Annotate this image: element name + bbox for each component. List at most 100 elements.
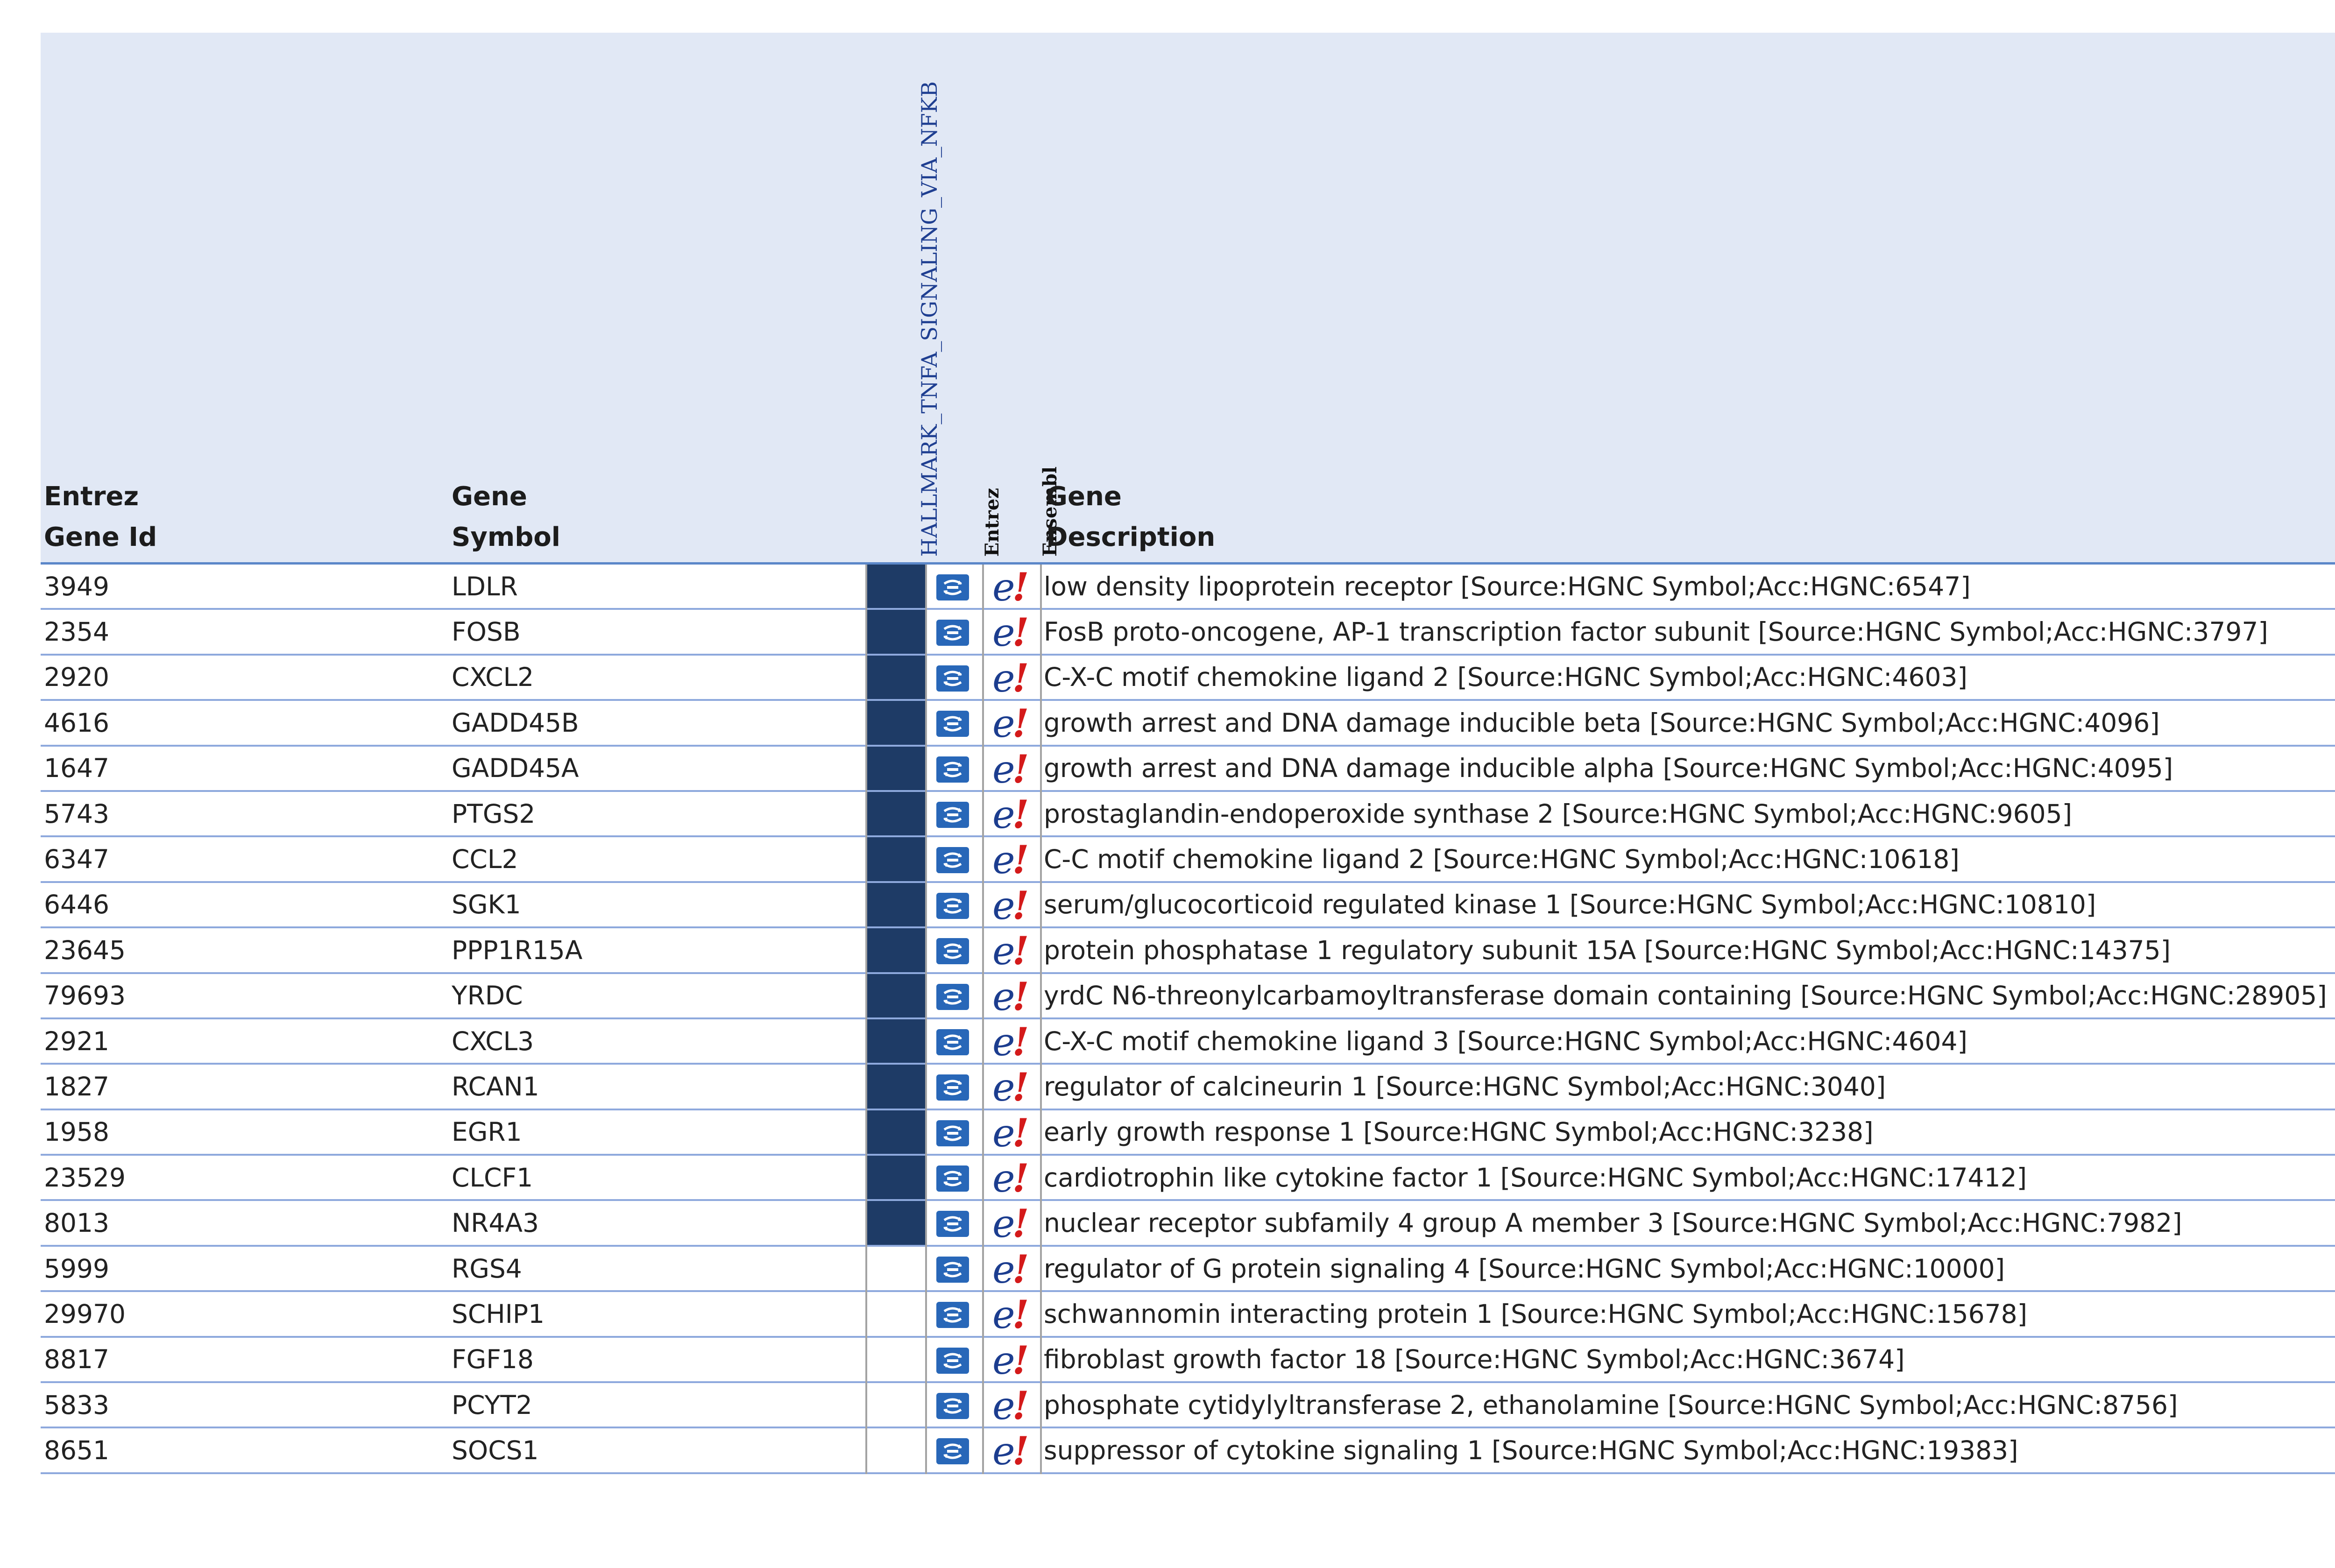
entrez-link-icon[interactable] bbox=[936, 1165, 969, 1192]
gene-description-cell: growth arrest and DNA damage inducible a… bbox=[1044, 753, 2173, 784]
entrez-link-icon[interactable] bbox=[936, 1029, 969, 1055]
column-divider bbox=[982, 701, 984, 747]
column-divider bbox=[982, 746, 984, 792]
ensembl-link-icon[interactable]: e! bbox=[992, 658, 1029, 699]
header-gene-set[interactable]: HALLMARK_TNFA_SIGNALING_VIA_NFKB bbox=[917, 81, 942, 557]
table-row: 4616 GADD45B e! growth arrest and DNA da… bbox=[41, 701, 2335, 747]
entrez-link-icon[interactable] bbox=[936, 711, 969, 737]
gene-table: Entrez Gene Id Gene Symbol HALLMARK_TNFA… bbox=[41, 33, 2335, 1474]
ensembl-link-icon[interactable]: e! bbox=[992, 1295, 1029, 1335]
gene-id-cell: 1827 bbox=[44, 1071, 109, 1102]
gene-id-cell: 5999 bbox=[44, 1253, 109, 1284]
column-divider bbox=[925, 1292, 927, 1338]
gene-id-cell: 5743 bbox=[44, 798, 109, 829]
table-row: 29970 SCHIP1 e! schwannomin interacting … bbox=[41, 1292, 2335, 1338]
column-divider bbox=[1040, 1110, 1042, 1156]
gene-description-cell: regulator of G protein signaling 4 [Sour… bbox=[1044, 1253, 2005, 1284]
column-divider bbox=[1040, 1019, 1042, 1065]
gene-set-membership-cell bbox=[867, 837, 925, 881]
column-divider bbox=[982, 1428, 984, 1474]
gene-symbol-cell: GADD45A bbox=[452, 753, 579, 784]
ensembl-link-icon[interactable]: e! bbox=[992, 567, 1029, 608]
column-divider bbox=[1040, 746, 1042, 792]
ensembl-link-icon[interactable]: e! bbox=[992, 977, 1029, 1017]
table-row: 5833 PCYT2 e! phosphate cytidylyltransfe… bbox=[41, 1383, 2335, 1429]
gene-symbol-cell: CCL2 bbox=[452, 844, 518, 875]
entrez-link-icon[interactable] bbox=[936, 1393, 969, 1420]
column-divider bbox=[1040, 791, 1042, 838]
column-divider bbox=[925, 1383, 927, 1429]
entrez-link-icon[interactable] bbox=[936, 847, 969, 874]
table-row: 2920 CXCL2 e! C-X-C motif chemokine liga… bbox=[41, 655, 2335, 701]
gene-id-cell: 8651 bbox=[44, 1435, 109, 1466]
gene-description-cell: low density lipoprotein receptor [Source… bbox=[1044, 571, 1971, 601]
gene-description-cell: schwannomin interacting protein 1 [Sourc… bbox=[1044, 1299, 2028, 1329]
entrez-link-icon[interactable] bbox=[936, 620, 969, 646]
ensembl-link-icon[interactable]: e! bbox=[992, 1341, 1029, 1381]
ensembl-link-icon[interactable]: e! bbox=[992, 931, 1029, 972]
header-gene-description[interactable]: Gene Description bbox=[1046, 476, 1215, 558]
column-divider bbox=[982, 837, 984, 883]
ensembl-link-icon[interactable]: e! bbox=[992, 1158, 1029, 1199]
ensembl-link-icon[interactable]: e! bbox=[992, 749, 1029, 790]
ensembl-link-icon[interactable]: e! bbox=[992, 1067, 1029, 1108]
column-divider bbox=[1040, 928, 1042, 974]
header-entrez-link: Entrez bbox=[981, 487, 1003, 557]
column-divider bbox=[925, 1156, 927, 1201]
entrez-link-icon[interactable] bbox=[936, 665, 969, 692]
column-divider bbox=[982, 1201, 984, 1247]
ensembl-link-icon[interactable]: e! bbox=[992, 840, 1029, 881]
ensembl-link-icon[interactable]: e! bbox=[992, 1113, 1029, 1154]
entrez-link-icon[interactable] bbox=[936, 1302, 969, 1328]
column-divider bbox=[982, 883, 984, 929]
entrez-link-icon[interactable] bbox=[936, 801, 969, 828]
ensembl-link-icon[interactable]: e! bbox=[992, 613, 1029, 653]
entrez-link-icon[interactable] bbox=[936, 892, 969, 919]
column-divider bbox=[925, 701, 927, 747]
gene-symbol-cell: FGF18 bbox=[452, 1344, 534, 1375]
entrez-link-icon[interactable] bbox=[936, 574, 969, 600]
gene-symbol-cell: RGS4 bbox=[452, 1253, 522, 1284]
gene-description-cell: serum/glucocorticoid regulated kinase 1 … bbox=[1044, 890, 2096, 920]
column-divider bbox=[1040, 655, 1042, 701]
ensembl-link-icon[interactable]: e! bbox=[992, 1022, 1029, 1063]
column-divider bbox=[982, 1246, 984, 1293]
entrez-link-icon[interactable] bbox=[936, 1347, 969, 1374]
gene-description-cell: prostaglandin-endoperoxide synthase 2 [S… bbox=[1044, 798, 2073, 829]
table-row: 6446 SGK1 e! serum/glucocorticoid regula… bbox=[41, 883, 2335, 929]
ensembl-link-icon[interactable]: e! bbox=[992, 1386, 1029, 1427]
entrez-link-icon[interactable] bbox=[936, 756, 969, 783]
entrez-link-icon[interactable] bbox=[936, 983, 969, 1010]
ensembl-link-icon[interactable]: e! bbox=[992, 1431, 1029, 1472]
column-divider bbox=[982, 655, 984, 701]
gene-description-cell: C-C motif chemokine ligand 2 [Source:HGN… bbox=[1044, 844, 1960, 875]
ensembl-link-icon[interactable]: e! bbox=[992, 704, 1029, 744]
column-divider bbox=[925, 1065, 927, 1110]
entrez-link-icon[interactable] bbox=[936, 1120, 969, 1146]
gene-id-cell: 2921 bbox=[44, 1026, 109, 1056]
gene-description-cell: FosB proto-oncogene, AP-1 transcription … bbox=[1044, 617, 2268, 647]
entrez-link-icon[interactable] bbox=[936, 1256, 969, 1283]
gene-description-cell: protein phosphatase 1 regulatory subunit… bbox=[1044, 935, 2171, 965]
column-divider bbox=[925, 1110, 927, 1156]
table-row: 8817 FGF18 e! fibroblast growth factor 1… bbox=[41, 1337, 2335, 1384]
gene-set-membership-cell bbox=[867, 1292, 925, 1335]
header-gene-symbol[interactable]: Gene Symbol bbox=[452, 476, 560, 558]
entrez-link-icon[interactable] bbox=[936, 1211, 969, 1237]
column-divider bbox=[925, 610, 927, 656]
ensembl-link-icon[interactable]: e! bbox=[992, 1204, 1029, 1244]
entrez-link-icon[interactable] bbox=[936, 938, 969, 965]
entrez-link-icon[interactable] bbox=[936, 1074, 969, 1101]
ensembl-link-icon[interactable]: e! bbox=[992, 886, 1029, 926]
header-entrez-gene-id[interactable]: Entrez Gene Id bbox=[44, 476, 157, 558]
ensembl-link-icon[interactable]: e! bbox=[992, 1250, 1029, 1290]
column-divider bbox=[925, 1201, 927, 1247]
column-divider bbox=[1040, 837, 1042, 883]
table-row: 79693 YRDC e! yrdC N6-threonylcarbamoylt… bbox=[41, 974, 2335, 1019]
ensembl-link-icon[interactable]: e! bbox=[992, 795, 1029, 835]
entrez-link-icon[interactable] bbox=[936, 1438, 969, 1465]
table-row: 23529 CLCF1 e! cardiotrophin like cytoki… bbox=[41, 1156, 2335, 1201]
gene-description-cell: cardiotrophin like cytokine factor 1 [So… bbox=[1044, 1162, 2027, 1193]
column-divider bbox=[1040, 883, 1042, 929]
gene-description-cell: regulator of calcineurin 1 [Source:HGNC … bbox=[1044, 1071, 1886, 1102]
